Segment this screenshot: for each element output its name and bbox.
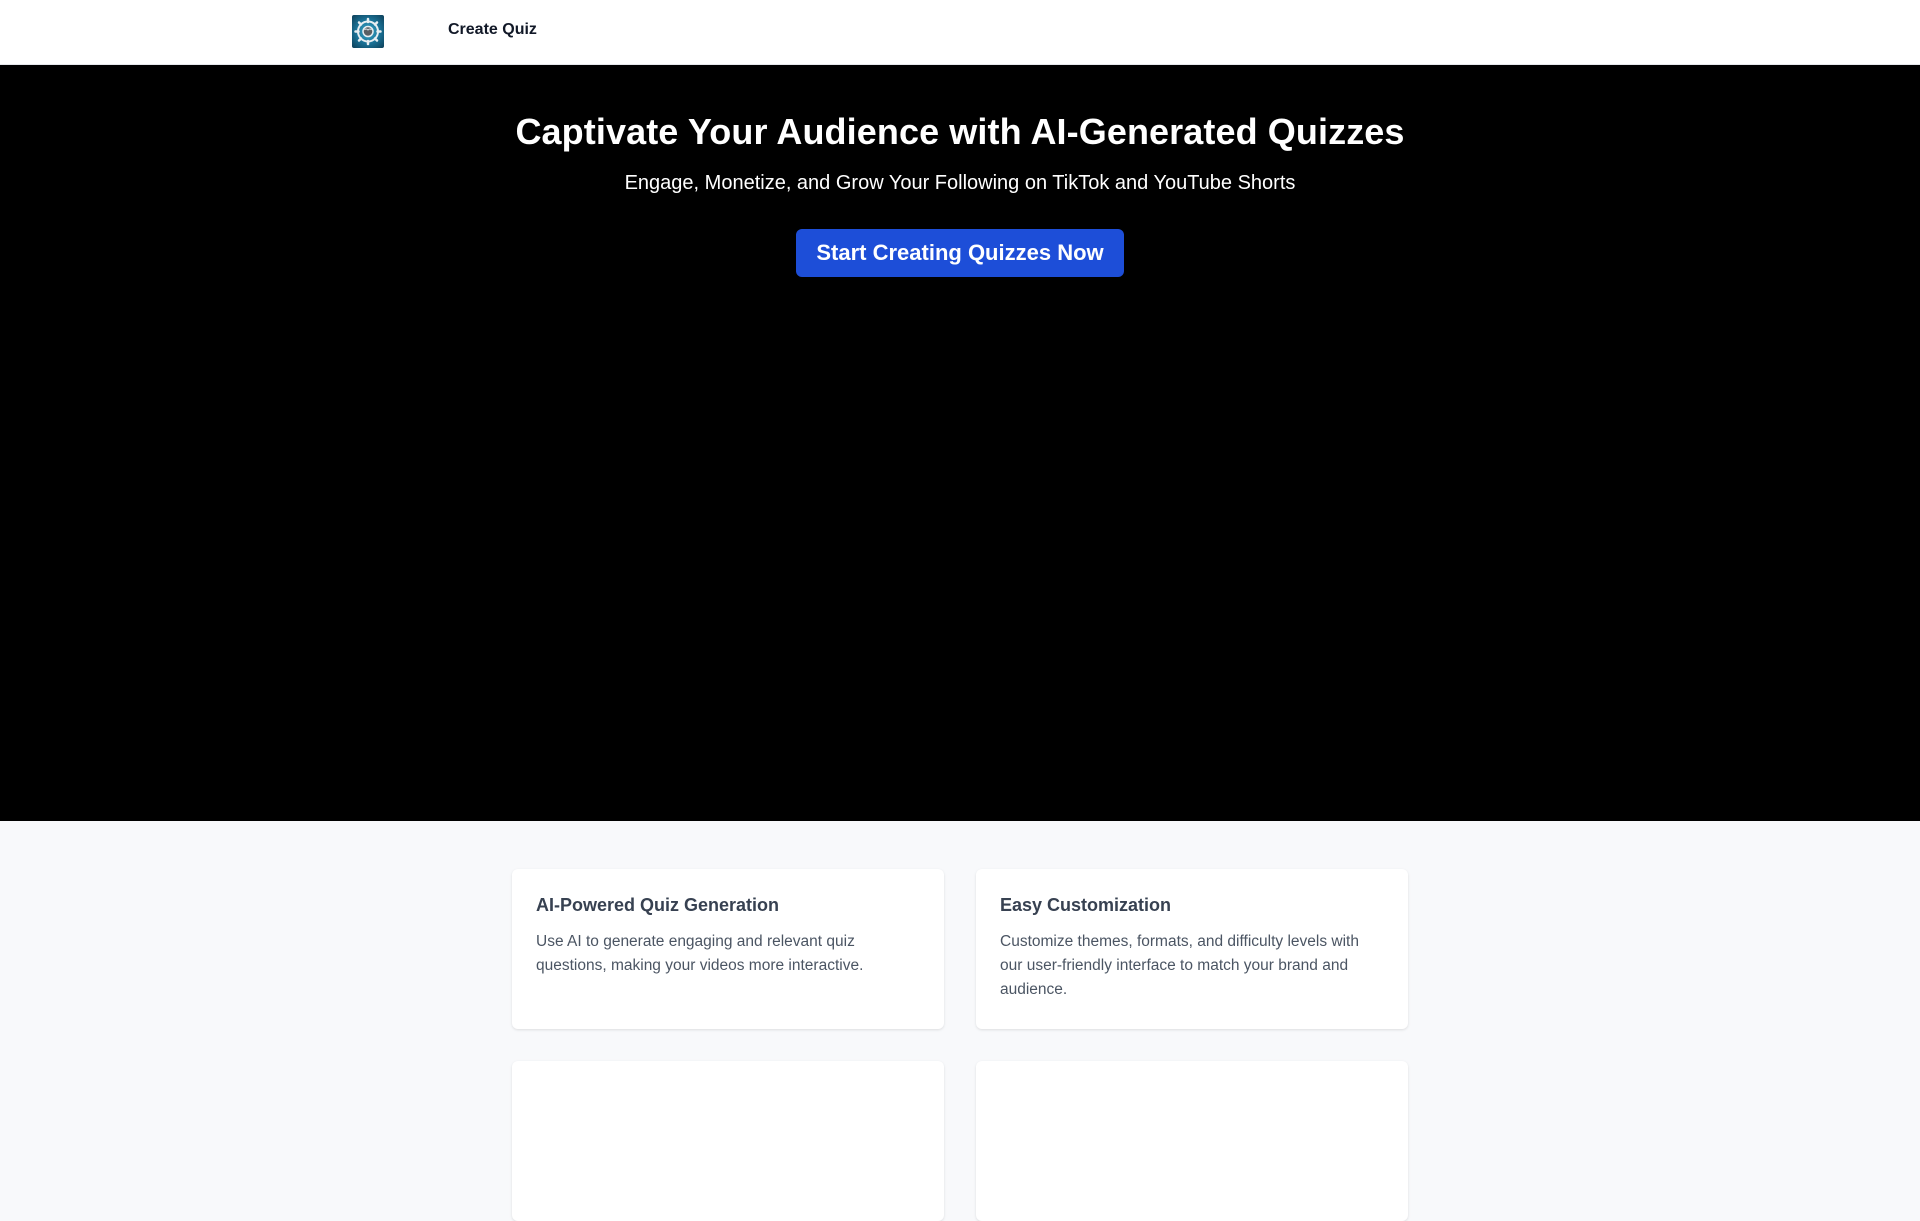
feature-card-title: AI-Powered Quiz Generation [536, 895, 780, 915]
hero-title: Captivate Your Audience with AI-Generate… [515, 111, 1405, 152]
feature-card-placeholder [976, 1061, 1408, 1221]
brain-gear-logo-icon[interactable] [352, 15, 384, 48]
start-creating-quizzes-button[interactable]: Start Creating Quizzes Now [796, 229, 1124, 277]
feature-card-ai-powered: AI-Powered Quiz Generation Use AI to gen… [512, 869, 944, 1029]
feature-card-title: Easy Customization [1000, 895, 1172, 915]
feature-card-description: Use AI to generate engaging and relevant… [536, 933, 864, 974]
feature-card-placeholder [512, 1061, 944, 1221]
hero-section: Captivate Your Audience with AI-Generate… [0, 65, 1920, 821]
features-section: AI-Powered Quiz Generation Use AI to gen… [0, 821, 1920, 1221]
feature-card-easy-customization: Easy Customization Customize themes, for… [976, 869, 1408, 1029]
nav-create-quiz-link[interactable]: Create Quiz [448, 21, 537, 39]
feature-card-description: Customize themes, formats, and difficult… [1000, 933, 1359, 998]
hero-subtitle: Engage, Monetize, and Grow Your Followin… [624, 172, 1296, 194]
top-navbar: Create Quiz [0, 0, 1920, 65]
